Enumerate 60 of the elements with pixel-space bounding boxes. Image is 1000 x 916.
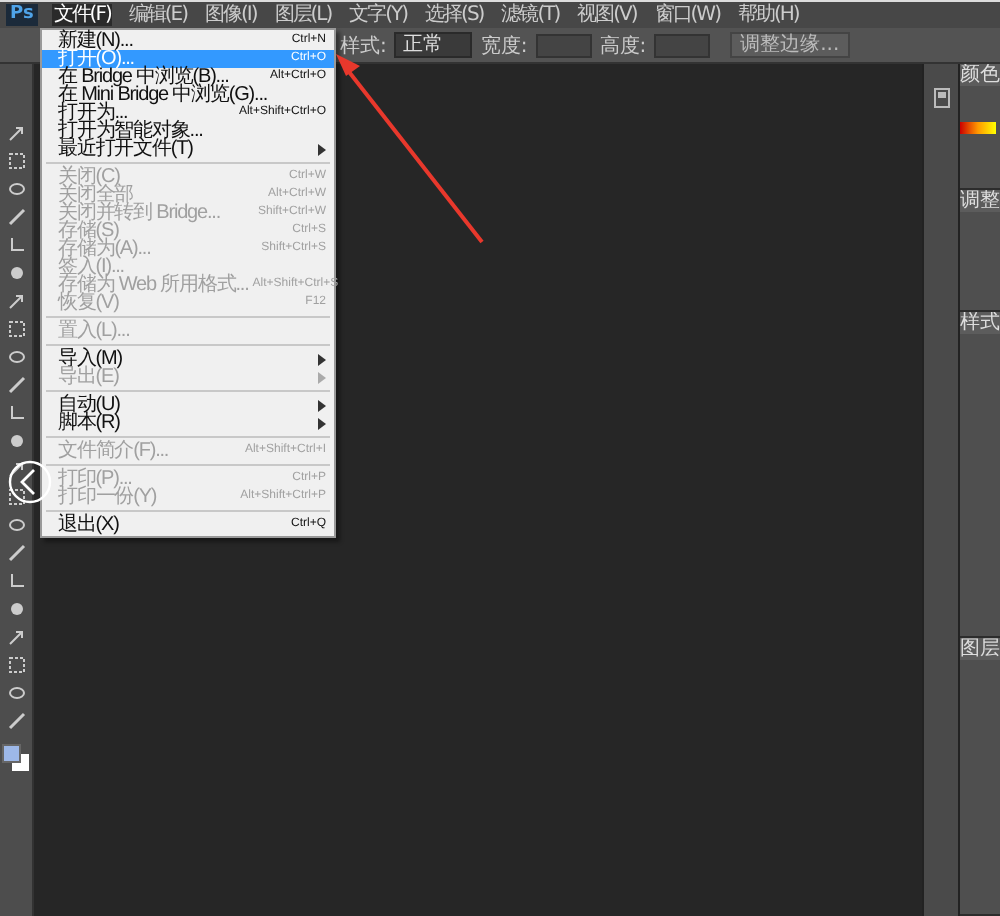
menu-item[interactable]: 文字(Y) [347, 4, 410, 26]
entry-label: 自动(U) [58, 396, 120, 414]
entry-label: 打印(P)... [58, 470, 132, 488]
entry-label: 在 Mini Bridge 中浏览(G)... [58, 86, 268, 104]
previous-button[interactable] [8, 460, 52, 504]
menu-item[interactable]: 图层(L) [272, 4, 334, 26]
entry-label: 恢复(V) [58, 294, 119, 312]
tool-icon[interactable] [7, 460, 25, 478]
entry-label: 打印一份(Y) [58, 488, 157, 506]
panel-tab[interactable]: 调整 [960, 190, 1000, 212]
entry-label: 导出(E) [58, 368, 119, 386]
height-field[interactable] [654, 33, 711, 57]
menu-entry[interactable]: 自动(U) [42, 396, 334, 414]
style-dropdown[interactable]: 正常 [394, 32, 473, 58]
entry-label: 打开(O)... [58, 50, 134, 68]
entry-label: 打开为智能对象... [58, 122, 203, 140]
field-label: 宽度: [480, 33, 528, 59]
entry-label: 脚本(R) [58, 414, 120, 432]
menu-entry[interactable]: 打开为智能对象... [42, 122, 334, 140]
entry-label: 置入(L)... [58, 322, 130, 340]
menu-entry[interactable]: 脚本(R) [42, 414, 334, 432]
tool-icon[interactable] [7, 124, 25, 142]
entry-label: 存储(S) [58, 222, 119, 240]
menu-item[interactable]: 视图(V) [575, 4, 639, 26]
entry-label: 退出(X) [58, 516, 119, 534]
entry-label: 签入(I)... [58, 258, 124, 276]
width-field[interactable] [535, 33, 592, 57]
app-logo: Ps [6, 4, 38, 26]
entry-label: 存储为 Web 所用格式... [58, 276, 249, 294]
field-label: 高度: [599, 33, 647, 59]
entry-label: 打开为... [58, 104, 128, 122]
color-swatches-icon[interactable] [2, 744, 30, 772]
entry-label: 关闭(C) [58, 168, 120, 186]
panel-icon[interactable] [933, 88, 949, 108]
entry-label: 文件简介(F)... [58, 442, 169, 460]
entry-label: 存储为(A)... [58, 240, 151, 258]
menu-item[interactable]: 滤镜(T) [499, 4, 562, 26]
submenu-arrow-icon [318, 143, 326, 155]
tool-icon[interactable] [7, 292, 25, 310]
field-label: 样式: [340, 33, 387, 59]
panel-tab[interactable]: 图层 [960, 638, 1000, 660]
menu-entry[interactable]: 最近打开文件(T) [42, 140, 334, 158]
panel-tab[interactable]: 样式 [960, 312, 1000, 334]
tool-icon[interactable] [7, 628, 25, 646]
entry-label: 新建(N)... [58, 32, 133, 50]
entry-label: 在 Bridge 中浏览(B)... [58, 68, 229, 86]
menu-entry[interactable]: 导入(M) [42, 350, 334, 368]
menu-entry[interactable]: 在 Mini Bridge 中浏览(G)... [42, 86, 334, 104]
entry-label: 导入(M) [58, 350, 122, 368]
menu-item[interactable]: 选择(S) [423, 4, 486, 26]
entry-label: 最近打开文件(T) [58, 140, 193, 158]
menu-item[interactable]: 图像(I) [202, 4, 259, 26]
menu-item[interactable]: 编辑(E) [126, 4, 189, 26]
entry-label: 关闭并转到 Bridge... [58, 204, 221, 222]
entry-label: 关闭全部 [58, 186, 134, 204]
menu-item[interactable]: 帮助(H) [735, 4, 801, 26]
menu-item[interactable]: 文件(F) [51, 4, 113, 26]
color-ramp[interactable] [960, 122, 996, 134]
refine-edge-button[interactable]: 调整边缘... [730, 32, 850, 58]
menu-item[interactable]: 窗口(W) [652, 4, 722, 26]
